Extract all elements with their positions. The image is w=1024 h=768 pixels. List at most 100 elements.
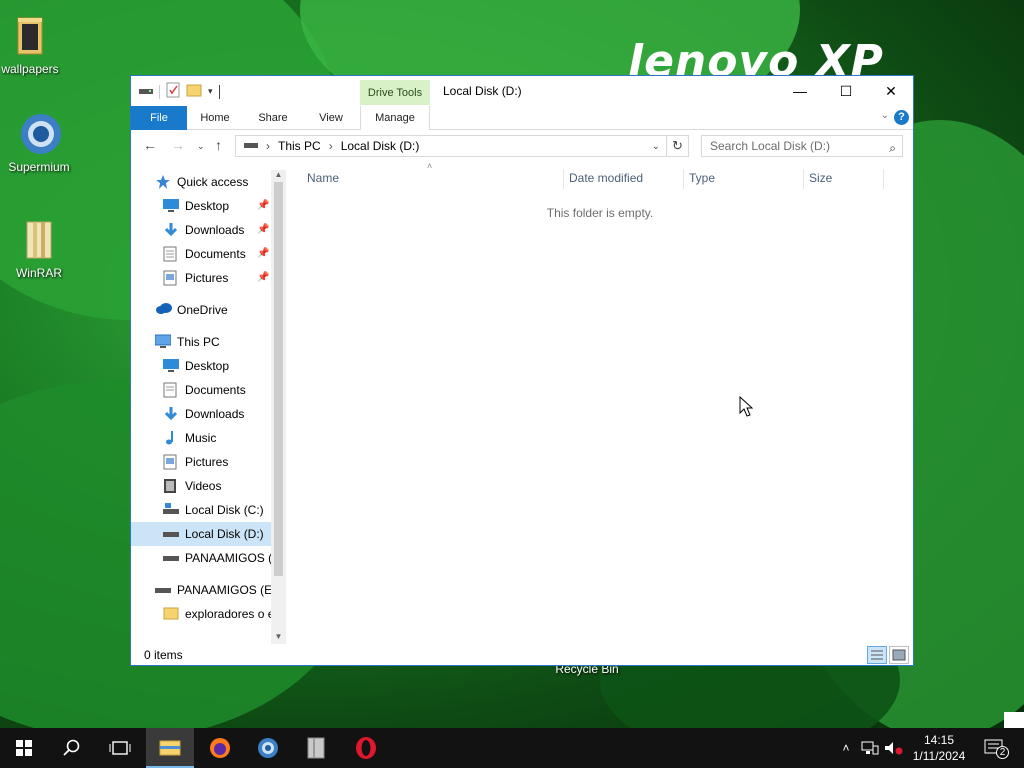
taskbar-opera[interactable] [342,728,390,768]
column-divider[interactable] [883,169,884,189]
pin-icon: 📌 [257,200,270,211]
help-icon[interactable]: ? [894,110,909,125]
nav-item-pictures[interactable]: Pictures [131,266,271,290]
nav-item-label: Desktop [185,199,230,213]
file-list[interactable]: ˄ Name Date modified Type Size This fold… [287,161,913,641]
cloud-icon [155,302,172,318]
nav-item-exploradores[interactable]: exploradores o e [131,602,271,626]
tab-manage[interactable]: Manage [360,106,430,130]
address-bar[interactable]: › This PC › Local Disk (D:) ⌄ [235,135,667,157]
close-button[interactable]: ✕ [868,76,914,106]
scroll-thumb[interactable] [274,182,283,576]
minimize-button[interactable]: — [777,76,823,106]
desktop-icon-label: wallpapers [1,62,59,76]
breadcrumb-local-disk-d[interactable]: Local Disk (D:) [341,139,420,153]
desktop-icon [163,198,179,214]
download-icon [163,406,179,422]
column-divider[interactable] [563,169,564,189]
nav-item-panaamigos-e[interactable]: PANAAMIGOS (E [131,546,271,570]
document-icon [163,382,179,398]
nav-item-label: Documents [185,247,246,261]
tab-share[interactable]: Share [253,106,293,130]
taskbar-supermium[interactable] [244,728,292,768]
nav-item-music[interactable]: Music [131,426,271,450]
start-icon [16,740,32,756]
search-input[interactable]: Search Local Disk (D:) ⌕ [701,135,903,157]
column-divider[interactable] [683,169,684,189]
nav-item-panaamigos-root[interactable]: PANAAMIGOS (E:) [131,578,271,602]
nav-item-label: Downloads [185,223,245,237]
window-title: Local Disk (D:) [443,84,522,98]
breadcrumb-this-pc[interactable]: This PC [278,139,321,153]
nav-item-pictures[interactable]: Pictures [131,450,271,474]
nav-item-downloads[interactable]: Downloads [131,218,271,242]
network-icon[interactable] [858,728,882,768]
taskbar-file-explorer[interactable] [146,728,194,768]
column-header-type[interactable]: Type [689,171,715,185]
navigation-scrollbar[interactable]: ▲ ▼ [271,170,286,644]
taskbar-clock[interactable]: 14:15 1/11/2024 [900,732,978,764]
nav-item-documents[interactable]: Documents [131,242,271,266]
address-dropdown-icon[interactable]: ⌄ [652,141,660,152]
scroll-up-icon[interactable]: ▲ [271,170,286,182]
music-icon [163,430,179,446]
properties-icon[interactable] [166,82,180,101]
nav-item-documents[interactable]: Documents [131,378,271,402]
column-header-name[interactable]: Name [307,171,339,185]
desktop-icon-winrar[interactable]: WinRAR [0,218,78,280]
nav-item-label: OneDrive [177,303,228,317]
pin-icon: 📌 [257,224,270,235]
search-button[interactable] [48,728,96,768]
winrar-icon [307,737,325,759]
recent-locations-icon[interactable]: ⌄ [197,141,205,152]
column-divider[interactable] [803,169,804,189]
tab-home[interactable]: Home [195,106,235,130]
nav-item-quick-access[interactable]: Quick access [131,170,271,194]
ribbon-tabs: File Home Share View Manage ⌄ ? [131,106,913,130]
nav-item-local-disk-c[interactable]: Local Disk (C:) [131,498,271,522]
desktop-icon-supermium[interactable]: Supermium [0,112,78,174]
tab-view[interactable]: View [311,106,351,130]
back-icon[interactable]: ← [143,137,157,153]
scroll-down-icon[interactable]: ▼ [271,632,286,644]
action-center-button[interactable]: 2 [980,728,1010,768]
show-desktop-button[interactable] [1004,712,1024,728]
tab-file[interactable]: File [131,106,187,130]
column-header-date-modified[interactable]: Date modified [569,171,643,185]
nav-item-videos[interactable]: Videos [131,474,271,498]
column-header-size[interactable]: Size [809,171,832,185]
taskbar-winrar[interactable] [292,728,340,768]
show-hidden-icons-icon[interactable]: ˄ [836,728,856,768]
nav-item-desktop[interactable]: Desktop [131,194,271,218]
drive-tools-context-label: Drive Tools [360,80,430,105]
sort-ascending-icon: ˄ [427,161,433,171]
nav-item-label: Downloads [185,407,245,421]
details-view-button[interactable] [867,646,887,664]
maximize-button[interactable]: ☐ [823,76,869,106]
notification-count-badge: 2 [996,746,1009,759]
breadcrumb-separator: › [266,139,270,153]
desktop-icon-label: Supermium [8,160,70,174]
up-icon[interactable]: ↑ [215,137,222,153]
nav-item-downloads[interactable]: Downloads [131,402,271,426]
task-view-button[interactable] [96,728,144,768]
new-folder-icon[interactable] [186,83,202,100]
star-icon [155,174,171,190]
nav-item-this-pc[interactable]: This PC [131,330,271,354]
supermium-icon [258,738,278,758]
nav-item-label: Local Disk (D:) [185,527,264,541]
title-bar[interactable]: ▾ Drive Tools Local Disk (D:) — ☐ ✕ [131,76,913,106]
nav-item-local-disk-d[interactable]: Local Disk (D:) [131,522,271,546]
desktop-icon-wallpapers[interactable]: wallpapers [0,14,69,76]
nav-item-onedrive[interactable]: OneDrive [131,298,271,322]
expand-ribbon-icon[interactable]: ⌄ [881,110,889,121]
refresh-icon[interactable]: ↻ [667,135,689,157]
folder-icon [10,14,50,58]
minimize-icon: — [793,83,807,99]
start-button[interactable] [0,728,48,768]
forward-icon[interactable]: → [171,137,185,153]
nav-item-desktop[interactable]: Desktop [131,354,271,378]
taskbar-firefox[interactable] [196,728,244,768]
qat-dropdown-icon[interactable]: ▾ [208,86,213,97]
large-icons-view-button[interactable] [889,646,909,664]
